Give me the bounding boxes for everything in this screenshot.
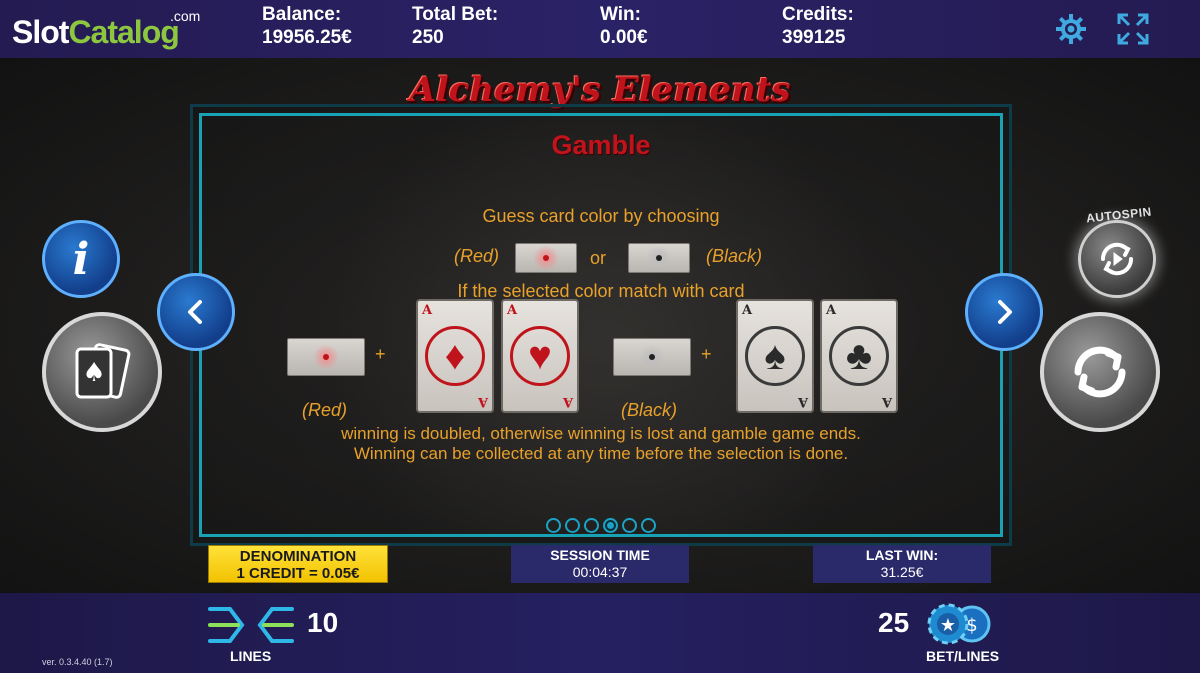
credits-value: 399125 <box>782 27 846 48</box>
denomination-value: 1 CREDIT = 0.05€ <box>236 565 360 582</box>
win-stat: Win: 0.00€ <box>600 3 648 49</box>
page-dot-4-active[interactable] <box>603 518 618 533</box>
top-bar: SlotCatalog .com Balance: 19956.25€ Tota… <box>0 0 1200 58</box>
black-example-label: (Black) <box>621 400 678 420</box>
balance-stat: Balance: 19956.25€ <box>262 3 352 49</box>
credits-stat: Credits: 399125 <box>782 3 854 49</box>
red-chip-example <box>287 338 365 376</box>
bet-lines-label: BET/LINES <box>926 648 1000 664</box>
black-chip <box>628 243 690 273</box>
instruction-line-1: Guess card color by choosing <box>482 206 720 226</box>
autospin-icon <box>1100 242 1134 276</box>
version-text: ver. 0.3.4.40 (1.7) <box>42 657 113 667</box>
logo-suffix: .com <box>170 8 201 24</box>
page-title: Gamble <box>551 130 651 160</box>
page-dot-6[interactable] <box>641 518 656 533</box>
ace-of-clubs-card: A ♣ A <box>820 299 898 413</box>
last-win-value: 31.25€ <box>880 564 924 580</box>
bottom-bar <box>0 593 1200 673</box>
spin-button[interactable] <box>1040 312 1160 432</box>
game-area: Alchemy's Elements Gamble Guess card col… <box>0 58 1200 593</box>
bet-per-line-value: 25 <box>878 607 910 638</box>
red-example-label: (Red) <box>302 400 348 420</box>
info-icon: i <box>72 233 90 285</box>
autospin-button[interactable] <box>1078 220 1156 298</box>
settings-button[interactable] <box>1054 12 1088 46</box>
plus-sign-black: + <box>701 344 712 364</box>
diamond-icon: ♦ <box>425 326 485 386</box>
total-bet-stat: Total Bet: 250 <box>412 3 498 49</box>
playing-cards-icon: ♠ <box>75 343 131 399</box>
page-dot-3[interactable] <box>584 518 599 533</box>
lines-button[interactable] <box>208 605 294 650</box>
session-time-box: SESSION TIME 00:04:37 <box>511 545 689 583</box>
chips-icon: $ ★ <box>927 603 991 645</box>
prev-page-button[interactable] <box>157 273 235 351</box>
session-time-label: SESSION TIME <box>550 547 650 563</box>
ace-of-spades-card: A ♠ A <box>736 299 814 413</box>
credits-label: Credits: <box>782 4 854 25</box>
balance-value: 19956.25€ <box>262 27 352 48</box>
balance-label: Balance: <box>262 4 342 25</box>
total-bet-label: Total Bet: <box>412 4 499 25</box>
last-win-label: LAST WIN: <box>865 547 939 563</box>
slotcatalog-logo: SlotCatalog <box>12 14 180 50</box>
gamble-button[interactable]: ♠ <box>42 312 162 432</box>
page-indicator <box>202 518 1000 533</box>
chevron-left-icon <box>188 300 202 324</box>
black-chip-example <box>613 338 691 376</box>
win-value: 0.00€ <box>600 27 648 48</box>
gear-icon <box>1056 14 1086 44</box>
lines-icon <box>208 607 294 643</box>
plus-sign-red: + <box>375 344 386 364</box>
fullscreen-button[interactable] <box>1116 12 1150 46</box>
session-time-value: 00:04:37 <box>572 564 628 580</box>
denomination-box[interactable]: DENOMINATION 1 CREDIT = 0.05€ <box>208 545 388 583</box>
svg-text:★: ★ <box>940 615 956 636</box>
chevron-right-icon <box>998 300 1012 324</box>
page-dot-1[interactable] <box>546 518 561 533</box>
bet-lines-button[interactable]: $ ★ <box>924 603 996 650</box>
paytable-panel: Gamble Guess card color by choosing (Red… <box>190 104 1012 546</box>
instruction-line-3: winning is doubled, otherwise winning is… <box>341 424 861 443</box>
last-win-box: LAST WIN: 31.25€ <box>813 545 991 583</box>
black-option-label: (Black) <box>706 246 763 266</box>
denomination-label: DENOMINATION <box>239 548 357 565</box>
win-label: Win: <box>600 4 641 25</box>
spade-icon: ♠ <box>745 326 805 386</box>
red-chip <box>515 243 577 273</box>
club-icon: ♣ <box>829 326 889 386</box>
info-button[interactable]: i <box>42 220 120 298</box>
heart-icon: ♥ <box>510 326 570 386</box>
lines-value: 10 <box>307 607 339 638</box>
lines-label: LINES <box>230 648 272 664</box>
paytable-panel-inner: Gamble Guess card color by choosing (Red… <box>199 113 1003 537</box>
spin-icon <box>1074 346 1126 398</box>
instruction-line-4: Winning can be collected at any time bef… <box>353 444 849 463</box>
page-dot-2[interactable] <box>565 518 580 533</box>
ace-of-hearts-card: A ♥ A <box>501 299 579 413</box>
red-option-label: (Red) <box>454 246 500 266</box>
svg-text:♠: ♠ <box>82 358 105 388</box>
page-dot-5[interactable] <box>622 518 637 533</box>
next-page-button[interactable] <box>965 273 1043 351</box>
or-label: or <box>590 248 607 268</box>
ace-of-diamonds-card: A ♦ A <box>416 299 494 413</box>
fullscreen-icon <box>1117 13 1149 45</box>
total-bet-value: 250 <box>412 27 444 48</box>
